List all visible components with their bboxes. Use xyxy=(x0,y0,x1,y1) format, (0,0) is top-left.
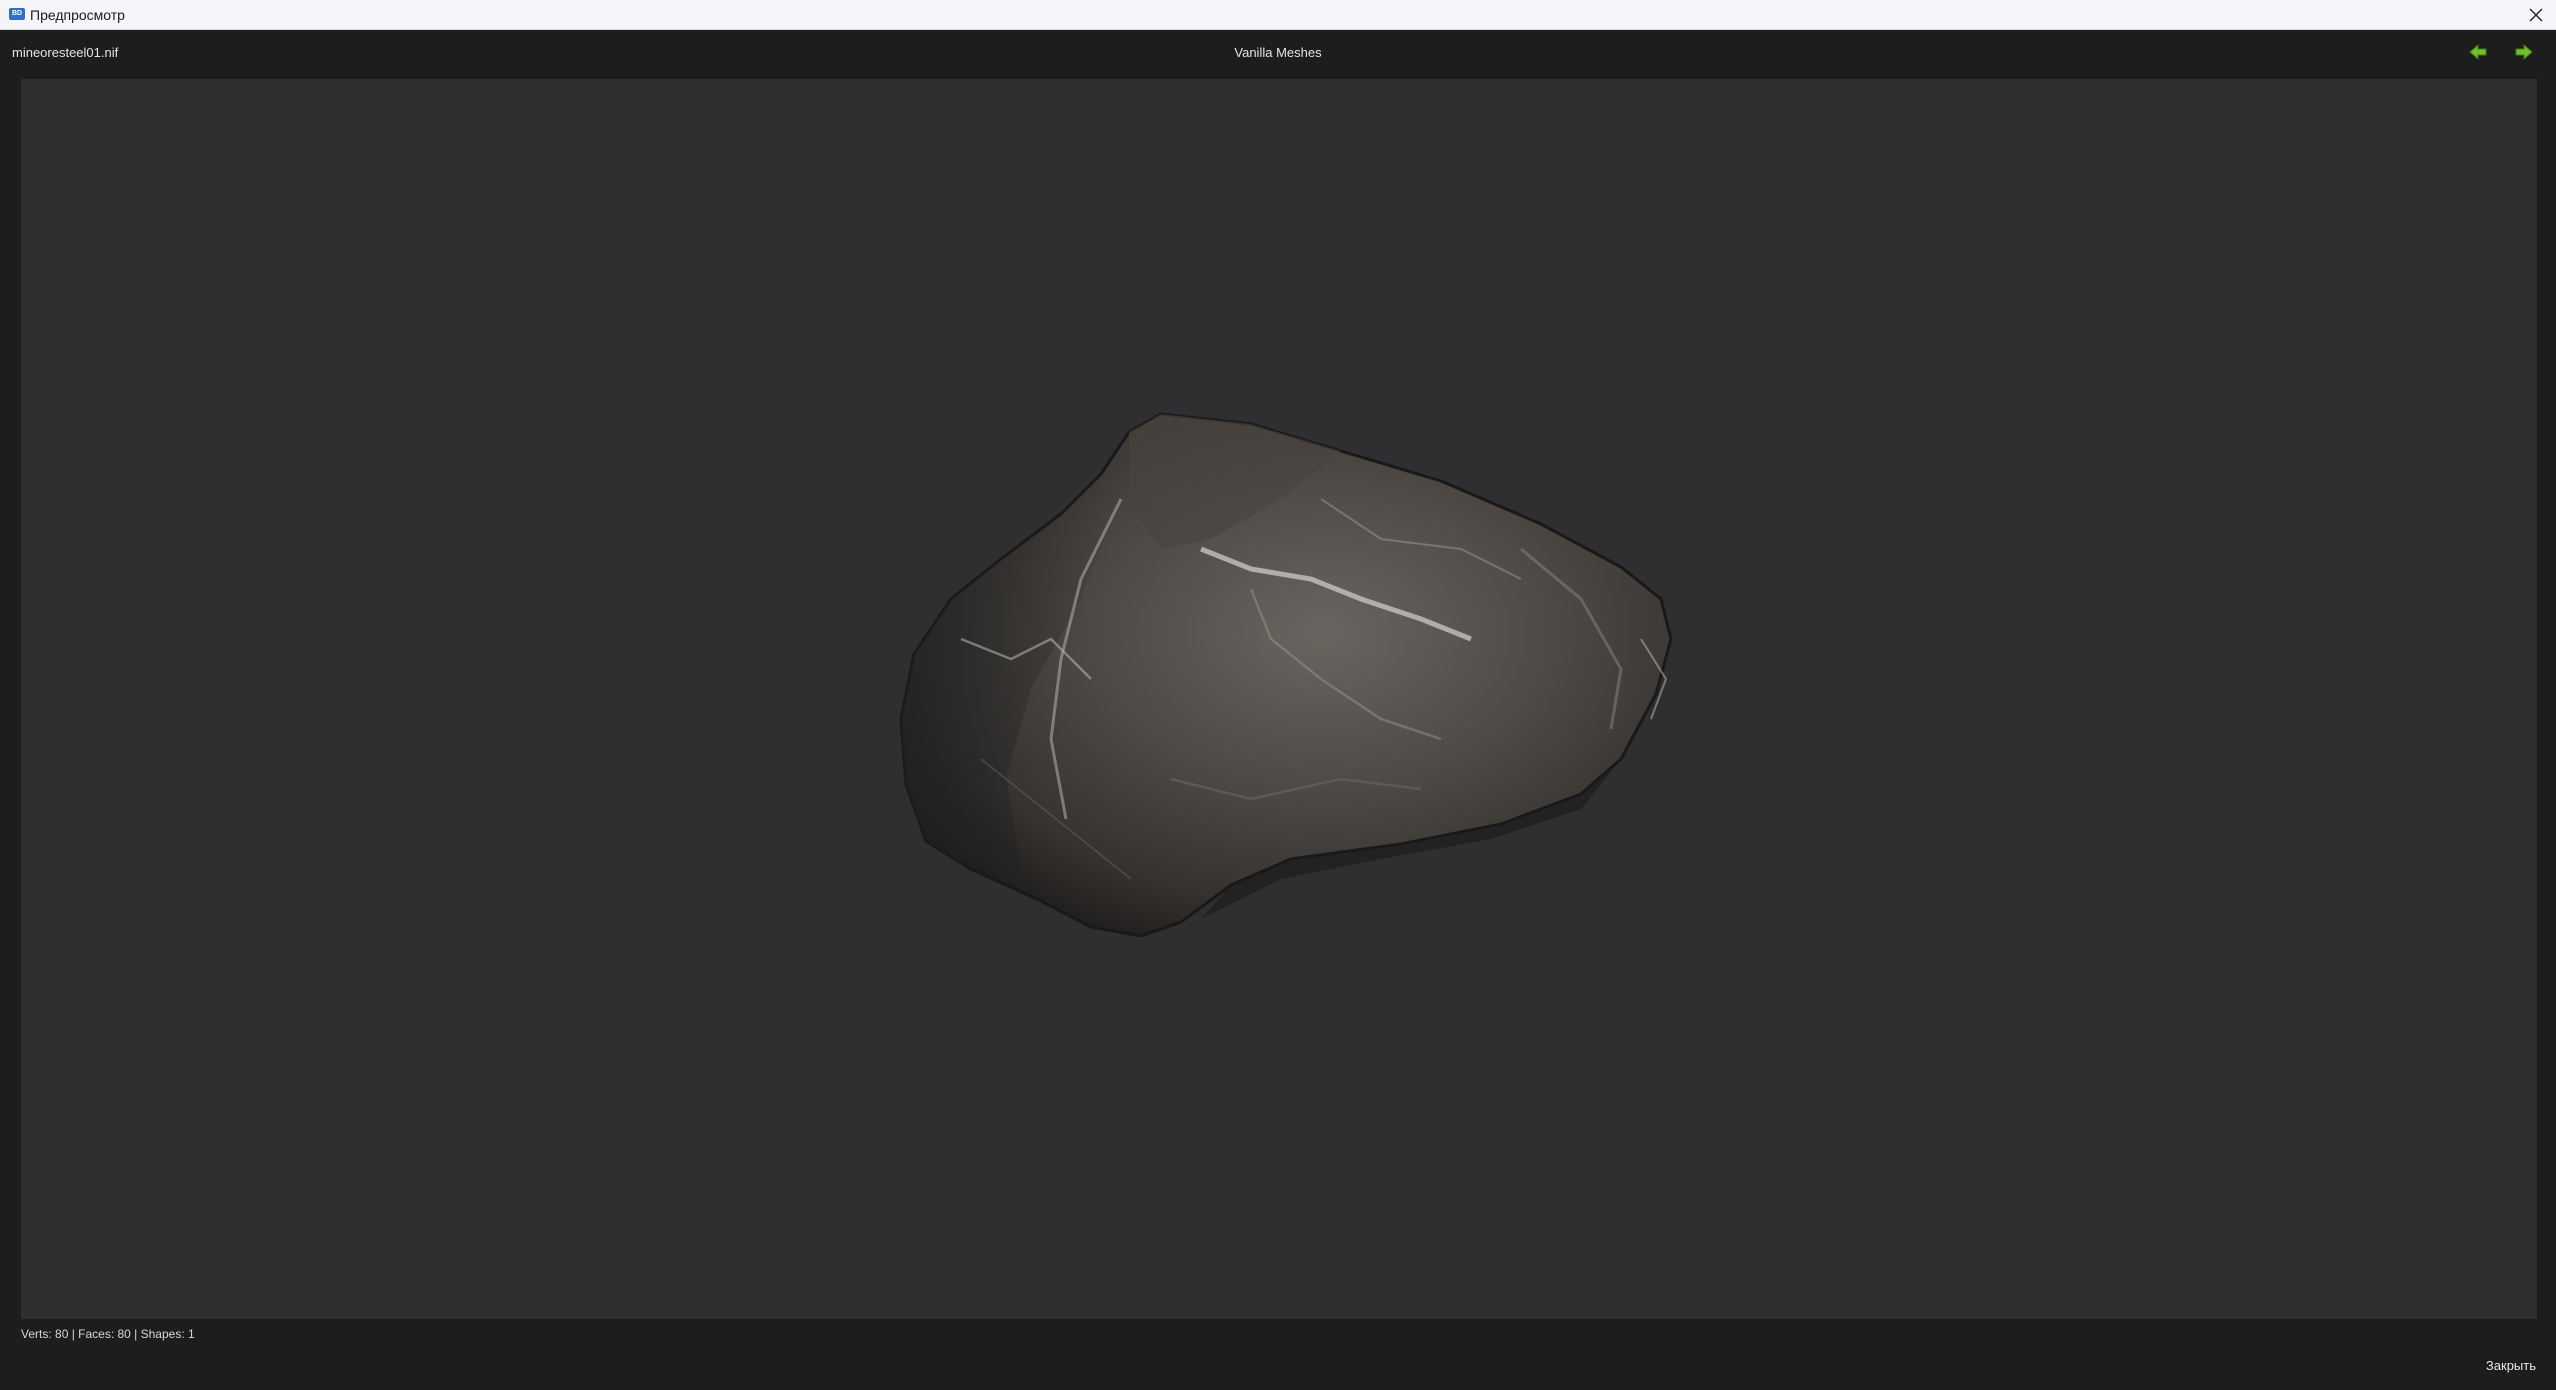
next-button[interactable] xyxy=(2514,43,2534,61)
title-bar: BD Предпросмотр xyxy=(0,0,2556,30)
app-icon: BD xyxy=(9,8,25,20)
arrow-right-icon xyxy=(2515,43,2533,61)
preview-window: BD Предпросмотр mineoresteel01.nif Vanil… xyxy=(0,0,2556,1390)
arrow-left-icon xyxy=(2469,43,2487,61)
rock-mesh xyxy=(899,412,1673,938)
window-close-button[interactable] xyxy=(2522,1,2550,29)
previous-button[interactable] xyxy=(2468,43,2488,61)
close-button[interactable]: Закрыть xyxy=(2486,1358,2536,1373)
window-title: Предпросмотр xyxy=(30,7,125,23)
close-icon xyxy=(2529,8,2543,22)
mesh-stats: Verts: 80 | Faces: 80 | Shapes: 1 xyxy=(21,1327,195,1341)
source-label: Vanilla Meshes xyxy=(1234,45,1322,60)
3d-viewport[interactable] xyxy=(21,79,2537,1319)
preview-header: mineoresteel01.nif Vanilla Meshes xyxy=(0,30,2556,78)
